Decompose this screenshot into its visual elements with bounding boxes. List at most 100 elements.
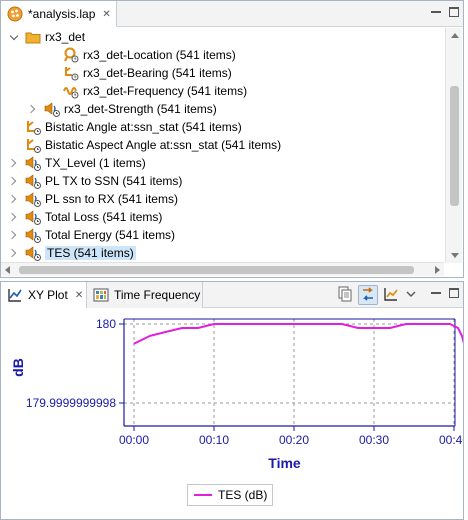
tree-item[interactable]: PL TX to SSN (541 items) xyxy=(1,172,445,190)
view-menu-icon xyxy=(405,288,417,303)
collapsed-twisty-icon[interactable] xyxy=(9,194,19,204)
plot-area xyxy=(124,319,455,426)
lap-file-icon xyxy=(7,6,23,22)
link-button[interactable] xyxy=(358,285,378,305)
speaker-dataset-icon xyxy=(25,209,41,225)
tree-item-label: rx3_det-Bearing (541 items) xyxy=(83,66,232,80)
tree-item[interactable]: rx3_det-Location (541 items) xyxy=(1,46,445,64)
speaker-dataset-icon xyxy=(44,101,60,117)
speaker-dataset-icon xyxy=(25,173,41,189)
xy-plot-icon xyxy=(7,287,23,303)
folder-icon xyxy=(25,29,41,45)
angle-dataset-icon xyxy=(25,119,41,135)
minimize-view-icon[interactable] xyxy=(429,286,443,300)
x-axis-title: Time xyxy=(268,455,301,471)
tree-item[interactable]: rx3_det xyxy=(1,28,445,46)
tree-item-label: TX_Level (1 items) xyxy=(45,156,146,170)
tree-item[interactable]: PL ssn to RX (541 items) xyxy=(1,190,445,208)
speaker-dataset-icon xyxy=(25,191,41,207)
tree-item-label: TES (541 items) xyxy=(45,246,136,260)
x-tick-label: 00:10 xyxy=(199,433,229,447)
tree-item-label: rx3_det-Frequency (541 items) xyxy=(83,84,248,98)
collapsed-twisty-icon[interactable] xyxy=(9,248,19,258)
collapsed-twisty-icon[interactable] xyxy=(9,230,19,240)
tree-item-label: PL TX to SSN (541 items) xyxy=(45,174,183,188)
tree-item-label: Total Energy (541 items) xyxy=(45,228,176,242)
collapsed-twisty-icon[interactable] xyxy=(9,212,19,222)
maximize-view-icon[interactable] xyxy=(447,286,461,300)
tree-item-label: Bistatic Aspect Angle at:ssn_stat (541 i… xyxy=(45,138,282,152)
maximize-view-icon[interactable] xyxy=(447,5,461,19)
tree-item[interactable]: Total Energy (541 items) xyxy=(1,226,445,244)
time-frequency-icon xyxy=(93,287,109,303)
tree-item-label: rx3_det xyxy=(45,30,86,44)
chart-options-button[interactable] xyxy=(381,285,401,305)
tree-item[interactable]: TES (541 items) xyxy=(1,244,445,262)
y-tick-label: 179.9999999998 xyxy=(26,396,116,410)
analysis-tabbar: *analysis.lap ✕ xyxy=(1,1,463,27)
angle-dataset-icon xyxy=(25,137,41,153)
tree-item[interactable]: rx3_det-Strength (541 items) xyxy=(1,100,445,118)
x-tick-label: 00:40 xyxy=(439,433,463,447)
tree-item-label: rx3_det-Strength (541 items) xyxy=(64,102,217,116)
xy-plot-chart[interactable]: 180 179.9999999998 00:00 00:10 00:20 00:30 00:… xyxy=(1,309,463,479)
copy-icon xyxy=(337,286,353,305)
plot-view: XY Plot ✕ Time Frequency 180 179.9999999… xyxy=(0,281,464,520)
expanded-twisty-icon[interactable] xyxy=(9,32,19,42)
analysis-view: *analysis.lap ✕ rx3_det rx3_det-Location … xyxy=(0,0,464,278)
link-icon xyxy=(360,286,376,305)
tree-horizontal-scroll-thumb[interactable] xyxy=(19,266,414,274)
close-tab-icon[interactable]: ✕ xyxy=(102,9,110,20)
chart-legend: TES (dB) xyxy=(187,484,273,506)
chart-options-icon xyxy=(383,286,399,305)
tree-item[interactable]: Bistatic Aspect Angle at:ssn_stat (541 i… xyxy=(1,136,445,154)
tree-horizontal-scrollbar[interactable] xyxy=(1,262,444,276)
tree-item[interactable]: Bistatic Angle at:ssn_stat (541 items) xyxy=(1,118,445,136)
scroll-up-icon[interactable] xyxy=(451,33,459,38)
tree-item[interactable]: rx3_det-Bearing (541 items) xyxy=(1,64,445,82)
tree-item-label: Total Loss (541 items) xyxy=(45,210,163,224)
tree-vertical-scroll-thumb[interactable] xyxy=(450,86,459,206)
tree-item-label: rx3_det-Location (541 items) xyxy=(83,48,236,62)
tree-item[interactable]: rx3_det-Frequency (541 items) xyxy=(1,82,445,100)
tree-item-label: PL ssn to RX (541 items) xyxy=(45,192,178,206)
copy-button[interactable] xyxy=(335,285,355,305)
y-tick-label: 180 xyxy=(96,317,116,331)
tree-item-label: Bistatic Angle at:ssn_stat (541 items) xyxy=(45,120,242,134)
tree-item[interactable]: Total Loss (541 items) xyxy=(1,208,445,226)
dataset-tree: rx3_det rx3_det-Location (541 items) rx3_d… xyxy=(1,28,445,263)
tab-analysis-lap[interactable]: *analysis.lap ✕ xyxy=(1,1,117,27)
plot-tabbar: XY Plot ✕ Time Frequency xyxy=(1,282,463,308)
tab-time-frequency-label: Time Frequency xyxy=(114,288,201,302)
tab-analysis-lap-label: *analysis.lap xyxy=(28,7,96,21)
x-tick-label: 00:20 xyxy=(279,433,309,447)
speaker-dataset-icon xyxy=(25,155,41,171)
location-pin-icon xyxy=(63,47,79,63)
view-menu-button[interactable] xyxy=(401,285,421,305)
tab-xy-plot-label: XY Plot xyxy=(28,288,68,302)
tree-vertical-scrollbar[interactable] xyxy=(445,28,462,263)
x-tick-label: 00:30 xyxy=(359,433,389,447)
y-axis-title: dB xyxy=(10,358,26,377)
minimize-view-icon[interactable] xyxy=(429,5,443,19)
scroll-down-icon[interactable] xyxy=(451,253,459,258)
bearing-icon xyxy=(63,65,79,81)
legend-label-tes: TES (dB) xyxy=(218,488,268,502)
collapsed-twisty-icon[interactable] xyxy=(9,176,19,186)
collapsed-twisty-icon[interactable] xyxy=(9,158,19,168)
frequency-icon xyxy=(63,83,79,99)
speaker-dataset-icon xyxy=(25,245,41,261)
tab-xy-plot[interactable]: XY Plot ✕ xyxy=(1,282,87,308)
x-tick-label: 00:00 xyxy=(119,433,149,447)
scroll-left-icon[interactable] xyxy=(5,266,10,274)
tree-item[interactable]: TX_Level (1 items) xyxy=(1,154,445,172)
scroll-right-icon[interactable] xyxy=(435,266,440,274)
close-tab-icon[interactable]: ✕ xyxy=(75,290,83,301)
collapsed-twisty-icon[interactable] xyxy=(28,104,38,114)
tab-time-frequency[interactable]: Time Frequency xyxy=(87,282,203,308)
speaker-dataset-icon xyxy=(25,227,41,243)
